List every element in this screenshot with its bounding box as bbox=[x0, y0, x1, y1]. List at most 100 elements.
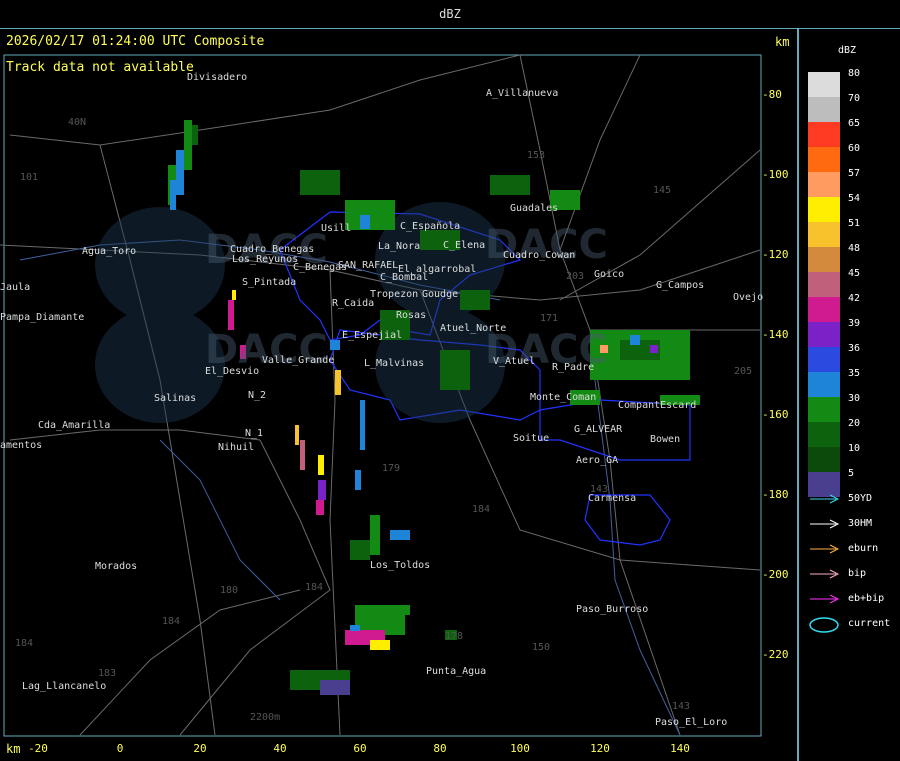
place-label: E_Espejial bbox=[342, 330, 403, 341]
track-legend-label: 30HM bbox=[848, 518, 873, 529]
place-label: N_1 bbox=[245, 428, 264, 439]
legend-value: 57 bbox=[848, 168, 861, 179]
place-label: Goico bbox=[594, 269, 625, 280]
svg-text:179: 179 bbox=[382, 463, 400, 474]
svg-text:205: 205 bbox=[734, 366, 752, 377]
place-label: La_Nora bbox=[378, 241, 421, 252]
place-label: Divisadero bbox=[187, 72, 248, 83]
track-legend-label: 50YD bbox=[848, 493, 873, 504]
color-legend bbox=[808, 72, 840, 497]
legend-swatch bbox=[808, 397, 840, 422]
place-label: Agua_Toro bbox=[82, 246, 137, 257]
legend-swatch bbox=[808, 122, 840, 147]
y-tick-label: -200 bbox=[762, 568, 789, 581]
place-label: Cuadro_Cowan bbox=[503, 250, 576, 261]
place-label: R_Padre bbox=[552, 362, 595, 373]
place-label: Nihuil bbox=[218, 442, 255, 453]
timestamp-header: 2026/02/17 01:24:00 UTC Composite bbox=[6, 34, 265, 49]
y-tick-label: -120 bbox=[762, 248, 789, 261]
track-status: Track data not available bbox=[6, 60, 194, 75]
place-label: V_Atuel bbox=[493, 356, 536, 367]
legend-value: 70 bbox=[848, 93, 861, 104]
arrow-icon bbox=[810, 519, 840, 529]
place-label: Valle_Grande bbox=[262, 355, 335, 366]
place-label: Tropezon bbox=[370, 289, 419, 300]
legend-value: 5 bbox=[848, 468, 855, 479]
place-label: Atuel_Norte bbox=[440, 323, 507, 334]
arrow-icon bbox=[810, 594, 840, 604]
place-label: C_Española bbox=[400, 221, 461, 232]
place-label: S_Pintada bbox=[242, 277, 297, 288]
panel-divider bbox=[797, 28, 799, 761]
place-label: L_Malvinas bbox=[364, 358, 425, 369]
watermark-logo: DACC bbox=[485, 222, 608, 268]
svg-text:178: 178 bbox=[445, 631, 463, 642]
svg-text:145: 145 bbox=[653, 185, 671, 196]
legend-value: 35 bbox=[848, 368, 861, 379]
legend-value: 30 bbox=[848, 393, 861, 404]
track-legend-item[interactable]: 30HM bbox=[808, 515, 898, 533]
track-legend-item[interactable]: eb+bip bbox=[808, 590, 898, 608]
y-tick-label: -220 bbox=[762, 648, 789, 661]
svg-text:143: 143 bbox=[672, 701, 690, 712]
x-tick-label: 120 bbox=[590, 742, 610, 755]
x-tick-label: 40 bbox=[273, 742, 287, 755]
legend-swatch bbox=[808, 347, 840, 372]
place-label: R_Caida bbox=[332, 298, 375, 309]
x-tick-label: 80 bbox=[433, 742, 447, 755]
svg-text:153: 153 bbox=[527, 150, 545, 161]
legend-swatch bbox=[808, 272, 840, 297]
legend-value: 54 bbox=[848, 193, 861, 204]
place-label: A_Villanueva bbox=[486, 88, 559, 99]
arrow-icon bbox=[810, 569, 840, 579]
x-tick-label: 100 bbox=[510, 742, 530, 755]
legend-value: 42 bbox=[848, 293, 861, 304]
place-label: Ovejo bbox=[733, 292, 764, 303]
track-legend-label: current bbox=[848, 618, 891, 629]
place-label: Bowen bbox=[650, 434, 681, 445]
legend-value: 60 bbox=[848, 143, 861, 154]
legend-value: 80 bbox=[848, 68, 861, 79]
legend-title: dBZ bbox=[838, 45, 857, 56]
arrow-icon bbox=[810, 544, 840, 554]
place-label: amentos bbox=[0, 440, 43, 451]
place-label: Los_Reyunos bbox=[232, 254, 299, 265]
legend-value: 10 bbox=[848, 443, 861, 454]
legend-swatch bbox=[808, 222, 840, 247]
place-label: CompantEscard bbox=[618, 400, 697, 411]
track-legend-item[interactable]: 50YD bbox=[808, 490, 898, 508]
place-label: Pampa_Diamante bbox=[0, 312, 85, 323]
place-label: N_2 bbox=[248, 390, 267, 401]
place-label: Usill bbox=[321, 223, 352, 234]
legend-value: 51 bbox=[848, 218, 861, 229]
place-label: C_Elena bbox=[443, 240, 486, 251]
track-legend-item[interactable]: bip bbox=[808, 565, 898, 583]
place-label: Soitue bbox=[513, 433, 550, 444]
x-tick-label: 140 bbox=[670, 742, 690, 755]
legend-value: 36 bbox=[848, 343, 861, 354]
place-label: Guadales bbox=[510, 203, 559, 214]
place-label: G_Campos bbox=[656, 280, 705, 291]
track-legend-label: bip bbox=[848, 568, 867, 579]
svg-text:2200m: 2200m bbox=[250, 712, 280, 723]
ellipse-icon bbox=[809, 617, 839, 633]
svg-text:184: 184 bbox=[305, 582, 323, 593]
place-label: G_ALVEAR bbox=[574, 424, 623, 435]
track-legend-item[interactable]: eburn bbox=[808, 540, 898, 558]
legend-value: 39 bbox=[848, 318, 861, 329]
legend-swatch bbox=[808, 172, 840, 197]
legend-swatch bbox=[808, 322, 840, 347]
legend-swatch bbox=[808, 247, 840, 272]
legend-value: 45 bbox=[848, 268, 861, 279]
place-label: Paso_Burroso bbox=[576, 604, 649, 615]
place-label: C_Bombal bbox=[380, 272, 429, 283]
legend-swatch bbox=[808, 297, 840, 322]
y-tick-label: -80 bbox=[762, 88, 782, 101]
legend-swatch bbox=[808, 422, 840, 447]
track-legend-item[interactable]: current bbox=[808, 615, 898, 633]
river-lines bbox=[19, 239, 681, 736]
svg-text:184: 184 bbox=[472, 504, 490, 515]
arrow-icon bbox=[810, 494, 840, 504]
svg-text:101: 101 bbox=[20, 172, 38, 183]
window-title: dBZ bbox=[439, 7, 461, 21]
